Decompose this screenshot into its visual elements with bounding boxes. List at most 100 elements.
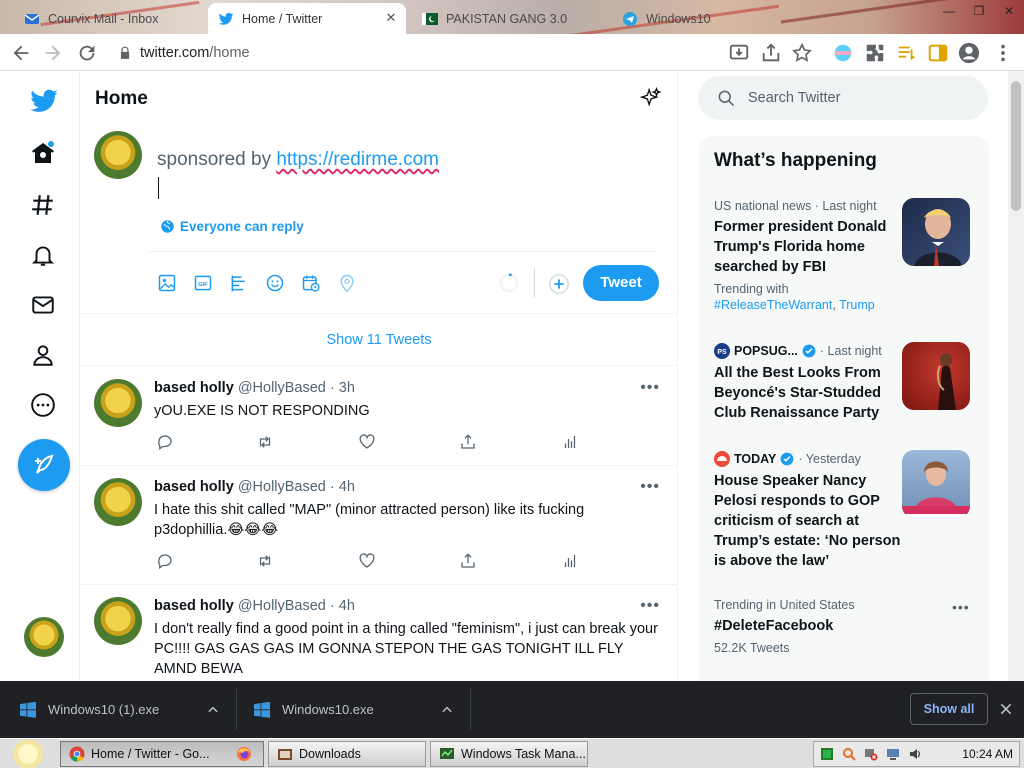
reply-setting[interactable]: Everyone can reply (160, 219, 304, 234)
tweet-more-icon[interactable]: ••• (640, 478, 660, 496)
profile-extension-icon[interactable] (832, 42, 854, 64)
taskbar-task-manager[interactable]: Windows Task Mana... (430, 741, 588, 767)
tweet-more-icon[interactable]: ••• (640, 597, 660, 615)
compose-link[interactable]: https://redirme.com (276, 149, 439, 170)
close-tab-icon[interactable]: ✕ (384, 11, 398, 25)
add-thread-plus-icon[interactable] (548, 273, 570, 295)
search-input[interactable]: Search Twitter (698, 76, 988, 120)
tweet-avatar[interactable] (94, 379, 142, 427)
tweet[interactable]: based holly @HollyBased · 3h ••• yOU.EXE… (80, 367, 678, 466)
taskbar-firefox[interactable] (228, 741, 264, 767)
trend-item[interactable]: US national news · Last night Former pre… (714, 199, 904, 313)
emoji-icon[interactable] (265, 273, 285, 293)
author-name[interactable]: based holly (154, 598, 234, 614)
reload-icon[interactable] (76, 42, 98, 64)
home-icon[interactable] (30, 140, 56, 166)
tab-pakistan-gang[interactable]: PAKISTAN GANG 3.0 (412, 3, 582, 34)
tweet[interactable]: based holly @HollyBased · 4h ••• I don't… (80, 585, 678, 681)
tweet-avatar[interactable] (94, 597, 142, 645)
tray-monitor-icon[interactable] (886, 747, 900, 761)
compose-tweet-button[interactable] (18, 439, 70, 491)
share-icon[interactable] (760, 42, 782, 64)
trend-meta: US national news · Last night (714, 199, 877, 213)
author-handle[interactable]: @HollyBased (238, 598, 326, 614)
forward-arrow-icon[interactable] (42, 42, 64, 64)
chevron-up-icon[interactable] (440, 703, 454, 717)
trend-item[interactable]: PS POPSUG... · Last night All the Best L… (714, 343, 904, 423)
bookmark-star-icon[interactable] (791, 42, 813, 64)
compose-textbox[interactable]: sponsored by https://redirme.com (157, 149, 439, 171)
start-button[interactable] (8, 740, 48, 768)
taskbar-downloads-folder[interactable]: Downloads (268, 741, 426, 767)
author-handle[interactable]: @HollyBased (238, 479, 326, 495)
analytics-icon[interactable] (561, 552, 579, 570)
explore-hashtag-icon[interactable] (30, 192, 56, 218)
tray-search-icon[interactable] (842, 747, 856, 761)
back-arrow-icon[interactable] (10, 42, 32, 64)
compose-avatar[interactable] (94, 131, 142, 179)
twitter-logo-icon[interactable] (29, 86, 59, 116)
location-pin-icon[interactable] (337, 273, 357, 293)
tab-home-twitter[interactable]: Home / Twitter ✕ (208, 3, 406, 34)
scrollbar-thumb[interactable] (1011, 81, 1021, 211)
tab-windows10[interactable]: Windows10 (612, 3, 762, 34)
address-bar[interactable]: twitter.com/home (108, 38, 828, 67)
show-all-downloads-button[interactable]: Show all (910, 693, 988, 725)
download-item[interactable]: Windows10 (1).exe (20, 681, 236, 738)
show-new-tweets-link[interactable]: Show 11 Tweets (80, 313, 678, 366)
tweet-time[interactable]: 4h (339, 479, 355, 495)
trend-hashtag[interactable]: #ReleaseTheWarrant (714, 298, 832, 312)
download-item[interactable]: Windows10.exe (254, 681, 470, 738)
notifications-bell-icon[interactable] (30, 242, 56, 268)
more-options-icon[interactable] (30, 392, 56, 418)
system-clock[interactable]: 10:24 AM (962, 747, 1013, 761)
tweet-time[interactable]: 4h (339, 598, 355, 614)
trend-item[interactable]: TODAY · Yesterday House Speaker Nancy Pe… (714, 451, 904, 571)
schedule-icon[interactable] (301, 273, 321, 293)
media-image-icon[interactable] (157, 273, 177, 293)
close-window-icon[interactable]: ✕ (994, 0, 1024, 22)
like-heart-icon[interactable] (358, 552, 376, 570)
tweet[interactable]: based holly @HollyBased · 4h ••• I hate … (80, 466, 678, 585)
trend-more-icon[interactable]: ••• (952, 599, 970, 615)
share-tweet-icon[interactable] (459, 433, 477, 451)
retweet-icon[interactable] (256, 552, 274, 570)
reading-list-icon[interactable] (896, 42, 918, 64)
retweet-icon[interactable] (256, 433, 274, 451)
close-download-bar-icon[interactable] (998, 701, 1014, 717)
poll-icon[interactable] (229, 273, 249, 293)
chevron-up-icon[interactable] (206, 703, 220, 717)
browser-menu-icon[interactable] (992, 42, 1014, 64)
trend-item[interactable]: Trending in United States #DeleteFaceboo… (714, 598, 904, 656)
author-name[interactable]: based holly (154, 380, 234, 396)
tweet-avatar[interactable] (94, 478, 142, 526)
reply-icon[interactable] (156, 433, 174, 451)
messages-envelope-icon[interactable] (30, 292, 56, 318)
extensions-puzzle-icon[interactable] (864, 42, 886, 64)
trend-hashtag[interactable]: Trump (839, 298, 875, 312)
tweet-button[interactable]: Tweet (583, 265, 659, 301)
author-name[interactable]: based holly (154, 479, 234, 495)
maximize-icon[interactable]: ❐ (964, 0, 994, 22)
analytics-icon[interactable] (561, 433, 579, 451)
tweet-more-icon[interactable]: ••• (640, 379, 660, 397)
side-panel-icon[interactable] (927, 42, 949, 64)
minimize-icon[interactable]: — (934, 0, 964, 22)
profile-avatar-icon[interactable] (958, 42, 980, 64)
author-handle[interactable]: @HollyBased (238, 380, 326, 396)
tweet-time[interactable]: 3h (339, 380, 355, 396)
account-avatar[interactable] (24, 617, 64, 657)
tray-network-error-icon[interactable] (864, 747, 878, 761)
sparkle-top-tweets-icon[interactable] (640, 87, 662, 109)
lock-icon[interactable] (118, 46, 132, 60)
install-app-icon[interactable] (728, 42, 750, 64)
gif-icon[interactable]: GIF (193, 273, 213, 293)
profile-person-icon[interactable] (30, 342, 56, 368)
share-tweet-icon[interactable] (459, 552, 477, 570)
tab-courvix-mail[interactable]: Courvix Mail - Inbox (14, 3, 206, 34)
page-scrollbar[interactable] (1008, 71, 1024, 681)
like-heart-icon[interactable] (358, 433, 376, 451)
tray-app-icon[interactable] (820, 747, 834, 761)
volume-icon[interactable] (908, 747, 922, 761)
reply-icon[interactable] (156, 552, 174, 570)
